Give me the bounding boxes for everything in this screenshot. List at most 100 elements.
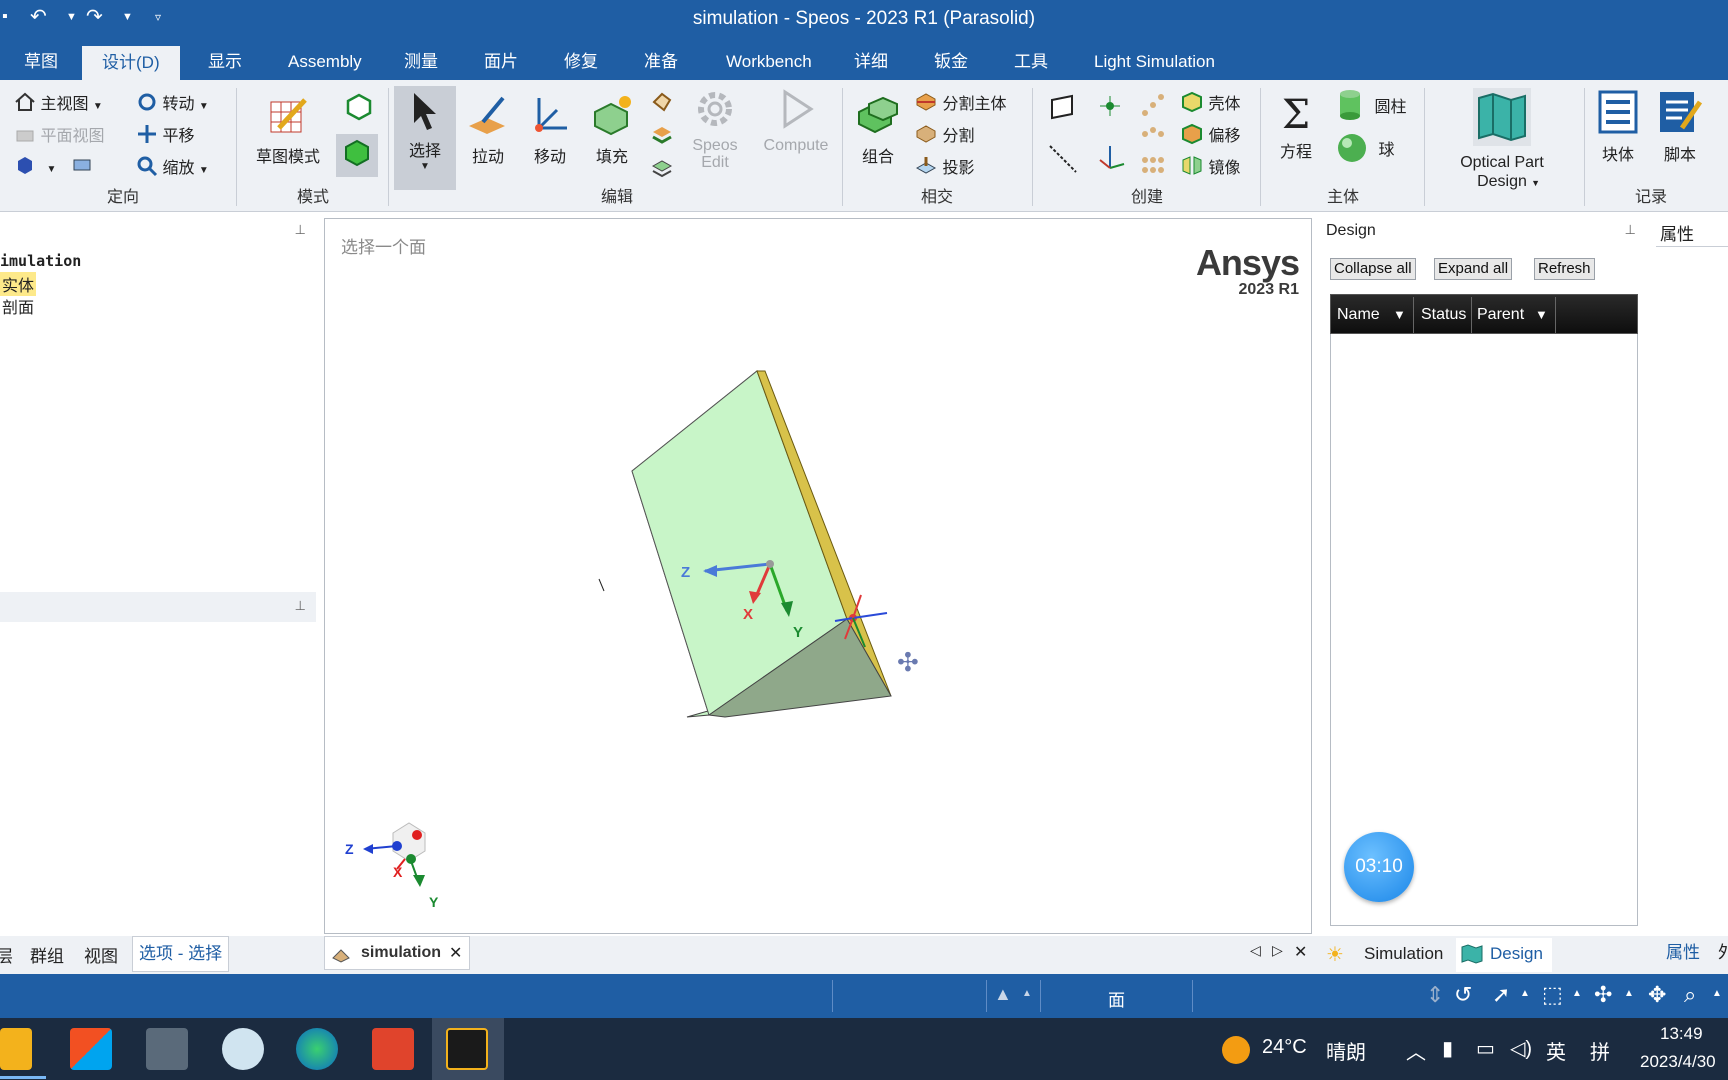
- line-tool-button[interactable]: [1048, 144, 1078, 179]
- edge-dev-icon[interactable]: [296, 1028, 338, 1070]
- microphone-icon[interactable]: ▮: [1442, 1036, 1453, 1061]
- tab-properties[interactable]: 属性: [1666, 938, 1700, 963]
- sketch-mode-button[interactable]: 草图模式: [250, 92, 326, 167]
- timer-badge[interactable]: 03:10: [1344, 832, 1414, 902]
- pull-button[interactable]: 拉动: [460, 92, 516, 167]
- zoom-view-icon[interactable]: ⌕: [1684, 982, 1696, 1008]
- clock-time[interactable]: 13:49: [1660, 1024, 1703, 1044]
- section-mode-button[interactable]: [344, 92, 374, 127]
- calculator-icon[interactable]: [146, 1028, 188, 1070]
- grid-pattern-button[interactable]: [1140, 126, 1166, 187]
- document-tab[interactable]: simulation ✕: [324, 936, 470, 970]
- tree-item-sections[interactable]: 剖面: [0, 294, 36, 318]
- fill-button[interactable]: 填充: [584, 92, 640, 167]
- ime-mode[interactable]: 拼: [1590, 1036, 1610, 1065]
- model-canvas[interactable]: Z X Y ✣ Z X Y: [325, 219, 1313, 935]
- column-status[interactable]: Status: [1421, 306, 1466, 324]
- split-body-button[interactable]: 分割主体: [914, 90, 1006, 119]
- box-select-icon[interactable]: ⬚: [1542, 982, 1563, 1008]
- filter-icon[interactable]: ▼: [1535, 307, 1548, 322]
- equation-button[interactable]: Σ 方程: [1268, 92, 1324, 162]
- sphere-button[interactable]: 球: [1336, 132, 1394, 169]
- tab-sheet-metal[interactable]: 钣金: [930, 50, 972, 80]
- pin-icon[interactable]: ⊥: [295, 222, 306, 238]
- point-tool-button[interactable]: [1098, 94, 1122, 123]
- home-view-button[interactable]: 主视图 ▼: [14, 90, 103, 118]
- plane-view-button[interactable]: 平面视图: [14, 122, 104, 150]
- mirror-button[interactable]: 镜像: [1180, 154, 1240, 183]
- rectangle-tool-button[interactable]: [1048, 92, 1076, 125]
- cylinder-button[interactable]: 圆柱: [1336, 88, 1406, 127]
- network-icon[interactable]: ▭: [1476, 1036, 1495, 1061]
- snip-tool-icon[interactable]: [222, 1028, 264, 1070]
- panel-splitter[interactable]: ⊥: [0, 592, 316, 622]
- chevron-up-icon[interactable]: ▲: [1624, 988, 1634, 999]
- point-pattern-button[interactable]: [1140, 92, 1166, 123]
- pin-icon[interactable]: ⊥: [295, 598, 306, 614]
- tab-prepare[interactable]: 准备: [640, 50, 682, 80]
- column-parent[interactable]: Parent: [1477, 306, 1524, 324]
- file-explorer-icon[interactable]: [0, 1028, 32, 1070]
- shell-button[interactable]: 壳体: [1180, 90, 1240, 119]
- tab-detail[interactable]: 详细: [850, 50, 892, 80]
- close-icon[interactable]: ✕: [1294, 942, 1307, 962]
- tree-root-simulation[interactable]: imulation: [0, 252, 81, 270]
- tab-sketch[interactable]: 草图: [20, 50, 62, 80]
- close-tab-icon[interactable]: ✕: [449, 943, 462, 963]
- collapse-all-button[interactable]: Collapse all: [1330, 258, 1416, 280]
- chevron-up-icon[interactable]: ▲: [1022, 988, 1032, 999]
- script-button[interactable]: 脚本: [1652, 88, 1708, 165]
- refresh-button[interactable]: Refresh: [1534, 258, 1595, 280]
- rotate-view-icon[interactable]: ✣: [1594, 982, 1612, 1008]
- offset-button[interactable]: 偏移: [1180, 122, 1240, 151]
- edit-tool-1-button[interactable]: [650, 90, 674, 119]
- compute-button[interactable]: Compute: [758, 86, 834, 155]
- chevron-up-icon[interactable]: ▲: [1520, 988, 1530, 999]
- tab-measure[interactable]: 测量: [400, 50, 442, 80]
- weather-desc[interactable]: 晴朗: [1326, 1036, 1366, 1065]
- scroll-right-icon[interactable]: ▷: [1272, 942, 1283, 959]
- axis-tool-button[interactable]: [1096, 142, 1126, 177]
- app-red-icon[interactable]: [372, 1028, 414, 1070]
- select-button[interactable]: 选择 ▼: [394, 86, 456, 190]
- 3d-mode-button[interactable]: [336, 134, 378, 177]
- weather-sun-icon[interactable]: [1222, 1036, 1250, 1064]
- tab-layers[interactable]: 层: [0, 942, 13, 967]
- scroll-left-icon[interactable]: ◁: [1250, 942, 1261, 959]
- tab-groups[interactable]: 群组: [30, 942, 64, 967]
- block-button[interactable]: 块体: [1590, 88, 1646, 165]
- orientation-cube[interactable]: Z X Y: [345, 822, 439, 910]
- tab-design[interactable]: 设计(D): [82, 46, 180, 80]
- tab-facets[interactable]: 面片: [480, 50, 522, 80]
- pointer-icon[interactable]: ➚: [1492, 982, 1510, 1008]
- tab-options-select[interactable]: 选项 - 选择: [132, 936, 230, 972]
- tab-light-simulation[interactable]: Light Simulation: [1090, 50, 1219, 80]
- selection-filter-label[interactable]: 面: [1108, 986, 1125, 1011]
- speos-edit-button[interactable]: Speos Edit: [690, 86, 740, 171]
- tab-assembly[interactable]: Assembly: [284, 50, 366, 80]
- weather-temp[interactable]: 24°C: [1262, 1036, 1307, 1059]
- chevron-up-icon[interactable]: ▲: [1712, 988, 1722, 999]
- tree-item-solids[interactable]: 实体: [0, 272, 37, 296]
- split-button[interactable]: 分割: [914, 122, 974, 151]
- store-icon[interactable]: [70, 1028, 112, 1070]
- tab-display[interactable]: 显示: [204, 50, 246, 80]
- project-button[interactable]: 投影: [914, 154, 974, 183]
- pin-icon[interactable]: ⊥: [1625, 222, 1636, 238]
- rotate-button[interactable]: 转动 ▼: [136, 90, 209, 118]
- view-cube-button[interactable]: ▼: [14, 154, 95, 181]
- pan-button[interactable]: 平移: [136, 122, 194, 150]
- optical-part-design-button[interactable]: Optical Part Design ▼: [1440, 86, 1564, 191]
- volume-icon[interactable]: ◁): [1510, 1036, 1532, 1061]
- tab-design-panel[interactable]: Design: [1456, 938, 1552, 972]
- prism-body[interactable]: [631, 370, 892, 718]
- tab-simulation[interactable]: ☀ Simulation: [1320, 938, 1450, 972]
- tab-tools[interactable]: 工具: [1010, 50, 1052, 80]
- triangle-up-icon[interactable]: ▲: [994, 984, 1012, 1005]
- taskbar-active-app[interactable]: [432, 1018, 504, 1080]
- 3d-viewport[interactable]: 选择一个面 Ansys 2023 R1 Z X Y ✣ Z X Y: [324, 218, 1312, 934]
- tab-workbench[interactable]: Workbench: [722, 50, 816, 80]
- clock-date[interactable]: 2023/4/30: [1640, 1052, 1716, 1072]
- zoom-button[interactable]: 缩放 ▼: [136, 154, 209, 182]
- expand-all-button[interactable]: Expand all: [1434, 258, 1513, 280]
